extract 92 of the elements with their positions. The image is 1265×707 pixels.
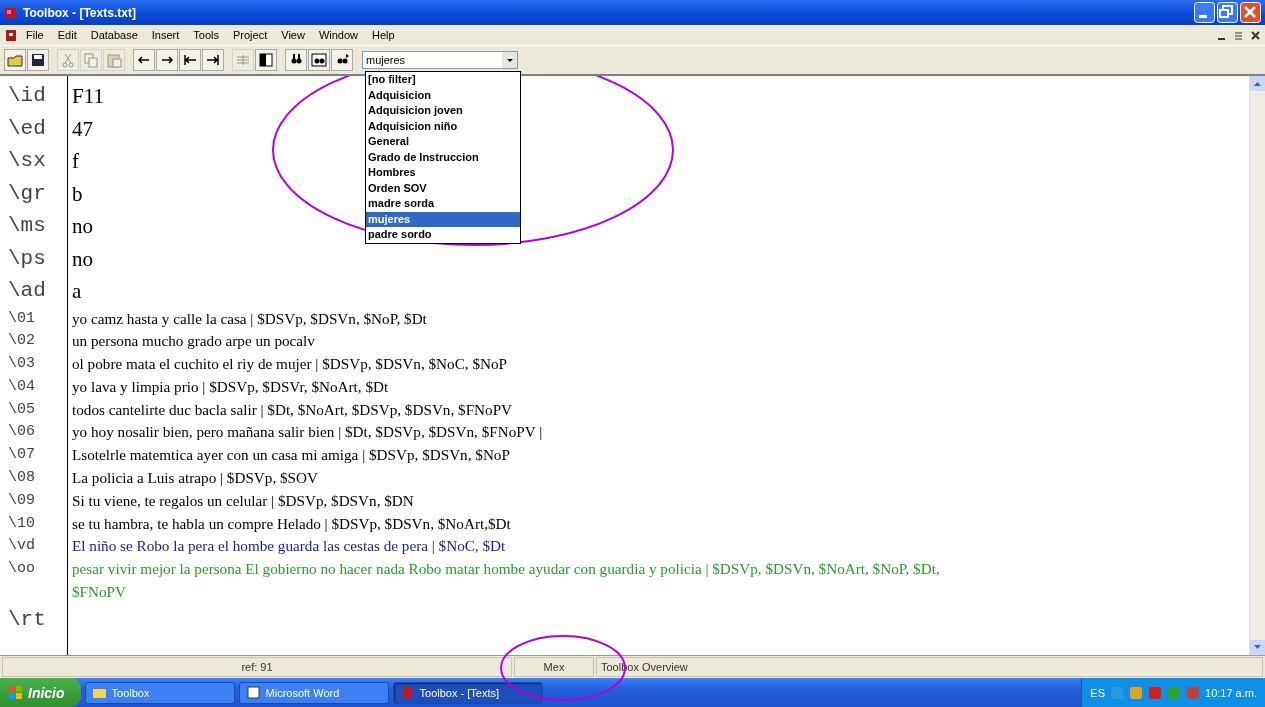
- dropdown-arrow-icon[interactable]: [505, 57, 514, 63]
- field-value: yo lava y limpia prio | $DSVp, $DSVr, $NoArt, $Dt: [71, 376, 389, 397]
- field-value: 47: [71, 115, 93, 143]
- menu-item[interactable]: Window: [312, 28, 365, 42]
- field-marker: \ms: [7, 213, 47, 239]
- dropdown-option[interactable]: Adquisicion: [366, 87, 520, 103]
- field-value: todos cantelirte duc bacla salir | $Dt, $NoArt, $DSVp, $DSVn, $FNoPV: [71, 399, 513, 420]
- dropdown-option[interactable]: [no filter]: [366, 72, 520, 88]
- field-value: El niño se Robo la pera el hombe guarda las cestas de pera | $NoC, $Dt: [71, 536, 506, 557]
- field-value: La policia a Luis atrapo | $DSVp, $SOV: [71, 468, 318, 489]
- field-marker: \04: [7, 376, 36, 397]
- field-value: F11: [71, 83, 104, 110]
- status-text: ref: 91: [2, 657, 512, 677]
- menu-item[interactable]: Project: [227, 28, 274, 42]
- menu-item[interactable]: Tools: [187, 28, 225, 42]
- field-marker: \07: [7, 445, 36, 466]
- field-marker: \ad: [7, 278, 47, 304]
- dropdown-option[interactable]: General: [366, 134, 520, 150]
- panel-icon: [256, 50, 276, 70]
- binoculars-button[interactable]: [308, 49, 330, 71]
- field-marker: \08: [7, 468, 36, 489]
- field-value: f: [71, 148, 79, 175]
- minimize-button[interactable]: [1194, 2, 1215, 23]
- status-text: Mex: [514, 657, 594, 677]
- windows-logo-icon: [8, 685, 23, 700]
- field-value: pesar vivir mejor la persona El gobierno no hacer nada Robo matar hombe ayudar con guardia y policia | $DSVp, $DSVn, $NoArt, $NoP, $Dt, $FNoPV: [71, 559, 941, 603]
- field-value: un persona mucho grado arpe un pocalv: [71, 331, 315, 352]
- window-title: Toolbox - [Texts.txt]: [23, 5, 137, 20]
- dropdown-option[interactable]: madre sorda: [366, 196, 520, 212]
- field-marker: \01: [7, 308, 36, 329]
- field-value: no: [71, 213, 93, 240]
- dropdown-option[interactable]: Hombres: [366, 165, 520, 181]
- field-value: Lsotelrle matemtica ayer con un casa mi amiga | $DSVp, $DSVn, $NoP: [71, 445, 510, 466]
- dropdown-option[interactable]: Orden SOV: [366, 180, 520, 196]
- field-marker: \gr: [7, 180, 47, 207]
- field-marker: \vd: [7, 536, 36, 557]
- field-value: b: [71, 180, 83, 208]
- app-icon: [4, 5, 17, 20]
- field-marker: \ed: [7, 115, 47, 142]
- field-marker: \06: [7, 422, 36, 443]
- taskbar-button[interactable]: Microsoft Word: [238, 681, 389, 704]
- scrollbar[interactable]: [1249, 76, 1265, 655]
- close-button[interactable]: [1240, 2, 1261, 23]
- folder-button[interactable]: [4, 49, 26, 71]
- field-value: ol pobre mata el cuchito el riy de mujer | $DSVp, $DSVn, $NoC, $NoP: [71, 354, 507, 375]
- field-marker: \ps: [7, 245, 47, 272]
- document-icon: [4, 28, 18, 42]
- menu-item[interactable]: Insert: [145, 28, 186, 42]
- first-arrow-button[interactable]: [179, 49, 201, 71]
- field-marker: \id: [7, 83, 47, 109]
- taskbar-button[interactable]: Toolbox - [Texts]: [392, 681, 543, 704]
- restore-icon[interactable]: [1233, 29, 1244, 41]
- field-value: Si tu viene, te regalos un celular | $DSVp, $DSVn, $DN: [71, 490, 414, 511]
- field-marker: \09: [7, 490, 36, 511]
- field-value: se tu hambra, te habla un compre Helado | $DSVp, $DSVn, $NoArt,$Dt: [71, 513, 511, 534]
- close-icon[interactable]: [1250, 29, 1261, 41]
- field-marker: \03: [7, 354, 36, 375]
- restore-button[interactable]: [1217, 2, 1238, 23]
- document-icon: [245, 685, 261, 700]
- left-arrow-button[interactable]: [133, 49, 155, 71]
- dropdown-option[interactable]: padre sordo: [366, 227, 520, 243]
- field-marker: \rt: [7, 606, 47, 633]
- binoculars-button[interactable]: [285, 49, 307, 71]
- dropdown-option[interactable]: Grado de Instruccion: [366, 149, 520, 165]
- dropdown-option[interactable]: Adquisicion niño: [366, 118, 520, 134]
- menu-item[interactable]: View: [275, 28, 311, 42]
- panel-button[interactable]: [255, 49, 277, 71]
- field-value: yo camz hasta y calle la casa | $DSVp, $DSVn, $NoP, $Dt: [71, 308, 427, 329]
- field-value: no: [71, 245, 93, 273]
- menu-item[interactable]: File: [20, 28, 50, 42]
- field-marker: \02: [7, 331, 36, 352]
- menu-item[interactable]: Database: [84, 28, 144, 42]
- field-value: yo hoy nosalir bien, pero mañana salir bien | $Dt, $DSVp, $DSVn, $FNoPV |: [71, 422, 543, 443]
- field-marker: \sx: [7, 148, 47, 174]
- binoculars-button[interactable]: [331, 49, 353, 71]
- field-value: a: [71, 278, 82, 305]
- scroll-up-icon[interactable]: [1250, 76, 1265, 91]
- binoculars-icon: [309, 50, 329, 70]
- dropdown-option[interactable]: mujeres: [366, 211, 520, 227]
- menu-item[interactable]: Edit: [51, 28, 83, 42]
- last-arrow-button[interactable]: [202, 49, 224, 71]
- pages-icon: [81, 50, 101, 70]
- field-marker: \oo: [7, 559, 36, 580]
- taskbar-button[interactable]: Toolbox: [84, 681, 235, 704]
- clock: 10:17 a.m.: [1205, 686, 1257, 699]
- field-marker: \10: [7, 513, 36, 534]
- field-marker: \05: [7, 399, 36, 420]
- disk-button[interactable]: [27, 49, 49, 71]
- menu-item[interactable]: Help: [366, 28, 401, 42]
- right-arrow-button[interactable]: [156, 49, 178, 71]
- dropdown-option[interactable]: Adquisicion joven: [366, 103, 520, 119]
- scroll-down-icon[interactable]: [1250, 640, 1265, 655]
